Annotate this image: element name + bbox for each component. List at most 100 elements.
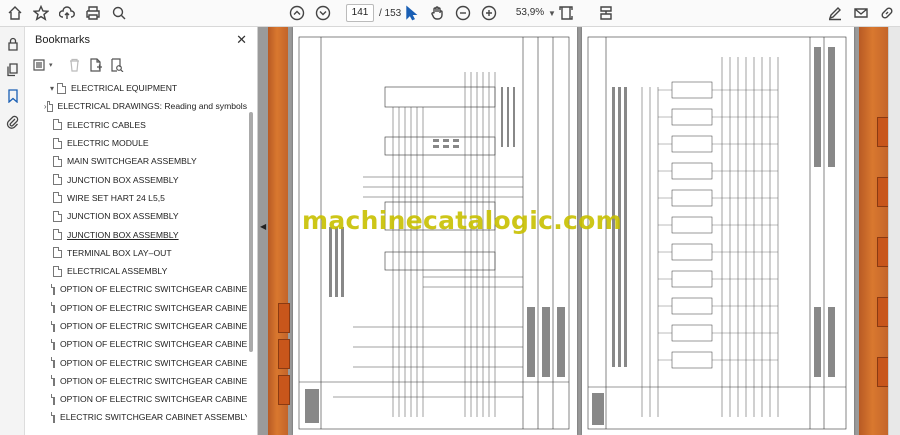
zoom-level-select[interactable]: 53,9% [510,4,550,22]
pages-icon[interactable] [0,57,25,83]
top-toolbar: 141 / 153 53,9% ▼ [0,0,900,27]
watermark-text: machinecatalogic.com [302,206,622,235]
home-icon[interactable] [2,1,28,25]
scroll-mode-icon[interactable] [593,1,619,25]
bookmark-item[interactable]: OPTION OF ELECTRIC SWITCHGEAR CABINET [25,372,247,390]
bookmark-label: OPTION OF ELECTRIC SWITCHGEAR CABINET [60,321,247,331]
bookmark-label: ELECTRIC SWITCHGEAR CABINET ASSEMBLY [60,412,247,423]
page-icon [51,338,55,350]
page-icon [53,174,62,186]
page-tab-marker [278,375,290,405]
page-icon [51,320,55,332]
delete-bookmark-icon[interactable] [67,58,82,72]
page-icon [57,82,66,94]
bookmark-label: ELECTRICAL EQUIPMENT [71,83,178,94]
select-cursor-icon[interactable] [398,1,424,25]
zoom-in-icon[interactable] [476,1,502,25]
zoom-search-icon[interactable] [106,1,132,25]
wiring-diagram-right [587,36,847,430]
pdf-viewer-window: 141 / 153 53,9% ▼ Bookmarks ✕ ▾ ▾ ELECTR… [0,0,900,435]
bookmark-label: ELECTRIC MODULE [67,138,149,149]
bookmark-item[interactable]: ELECTRIC SWITCHGEAR CABINET ASSEMBLY [25,408,247,426]
bookmark-item[interactable]: TERMINAL BOX LAY–OUT [25,244,247,262]
bookmark-label: OPTION OF ELECTRIC SWITCHGEAR CABINET [60,284,247,295]
page-icon [51,393,55,405]
bookmark-item[interactable]: WIRE SET HART 24 L5,5 [25,189,247,207]
bookmark-item[interactable]: MAIN SWITCHGEAR ASSEMBLY [25,152,247,170]
page-icon [53,210,62,222]
edit-sign-icon[interactable] [822,1,848,25]
page-icon [53,137,62,149]
bookmarks-toolbar: ▾ [25,52,257,77]
left-navigation-rail [0,27,25,435]
bookmark-label: JUNCTION BOX ASSEMBLY [67,229,179,240]
fit-page-icon[interactable] [553,1,579,25]
bookmark-label: JUNCTION BOX ASSEMBLY [67,174,179,185]
page-icon [53,247,62,259]
page-icon [53,229,62,241]
bookmark-item[interactable]: OPTION OF ELECTRIC SWITCHGEAR CABINET [25,353,247,371]
document-scrollbar[interactable] [888,27,900,435]
bookmark-item[interactable]: OPTION OF ELECTRIC SWITCHGEAR CABINET [25,299,247,317]
email-icon[interactable] [848,1,874,25]
bookmarks-scrollbar[interactable] [248,82,254,428]
lock-icon[interactable] [0,31,25,57]
pdf-page-right[interactable] [582,27,854,435]
new-bookmark-icon[interactable] [88,57,103,72]
bookmarks-panel-header: Bookmarks ✕ [25,27,257,52]
page-up-icon[interactable] [284,1,310,25]
find-bookmark-icon[interactable] [109,57,124,72]
bookmark-label: JUNCTION BOX ASSEMBLY [67,211,179,222]
page-tab-marker [278,303,290,333]
bookmark-item[interactable]: ELECTRIC MODULE [25,134,247,152]
page-icon [51,357,55,369]
page-icon [51,302,55,314]
bookmark-star-icon[interactable] [28,1,54,25]
bookmark-item[interactable]: ELECTRICAL ASSEMBLY [25,262,247,280]
page-number-input[interactable]: 141 [346,4,374,22]
bookmark-item[interactable]: › ELECTRICAL DRAWINGS: Reading and symbo… [25,97,247,115]
print-icon[interactable] [80,1,106,25]
bookmark-item[interactable]: OPTION OF ELECTRIC SWITCHGEAR CABINET [25,280,247,298]
bookmark-label: WIRE SET HART 24 L5,5 [67,192,165,203]
bookmark-label: ELECTRICAL ASSEMBLY [67,266,168,277]
bookmark-item[interactable]: JUNCTION BOX ASSEMBLY [25,207,247,225]
scrollbar-thumb[interactable] [249,112,253,352]
bookmark-label: OPTION OF ELECTRIC SWITCHGEAR CABINET [60,302,247,313]
attachment-icon[interactable] [0,109,25,135]
page-icon [53,192,62,204]
page-down-icon[interactable] [310,1,336,25]
zoom-out-icon[interactable] [450,1,476,25]
close-icon[interactable]: ✕ [236,32,247,48]
bookmarks-panel: Bookmarks ✕ ▾ ▾ ELECTRICAL EQUIPMENT › E… [25,27,258,435]
page-icon [53,155,62,167]
bookmark-item[interactable]: JUNCTION BOX ASSEMBLY [25,225,247,243]
options-menu-icon[interactable]: ▾ [33,58,53,72]
page-icon [51,283,55,295]
bookmark-item[interactable]: ELECTRIC CABLES [25,116,247,134]
collapse-panel-arrow-icon[interactable]: ◀ [260,222,266,231]
bookmark-item[interactable]: OPTION OF ELECTRIC SWITCHGEAR CABINET [25,335,247,353]
page-tab-marker [278,339,290,369]
bookmark-tree: ▾ ELECTRICAL EQUIPMENT › ELECTRICAL DRAW… [25,79,247,435]
previous-page-edge [268,27,290,435]
bookmark-label: ELECTRIC CABLES [67,119,146,130]
bookmark-item[interactable]: OPTION OF ELECTRIC SWITCHGEAR CABINET [25,390,247,408]
hand-icon[interactable] [424,1,450,25]
page-icon [53,119,62,131]
bookmark-label: OPTION OF ELECTRIC SWITCHGEAR CABINET [60,375,247,386]
page-icon [51,375,55,387]
bookmark-label: OPTION OF ELECTRIC SWITCHGEAR CABINET [60,357,247,368]
bookmark-label: MAIN SWITCHGEAR ASSEMBLY [67,156,197,167]
share-link-icon[interactable] [874,1,900,25]
chevron-down-icon[interactable]: ▾ [47,84,57,93]
bookmark-icon[interactable] [0,83,25,109]
bookmark-label: OPTION OF ELECTRIC SWITCHGEAR CABINET [60,394,247,405]
bookmarks-panel-title: Bookmarks [35,33,91,46]
cloud-upload-icon[interactable] [54,1,80,25]
bookmark-label: OPTION OF ELECTRIC SWITCHGEAR CABINET [60,339,247,350]
bookmark-item[interactable]: OPTION OF ELECTRIC SWITCHGEAR CABINET [25,317,247,335]
bookmark-label: TERMINAL BOX LAY–OUT [67,247,172,258]
bookmark-item[interactable]: ▾ ELECTRICAL EQUIPMENT [25,79,247,97]
bookmark-item[interactable]: JUNCTION BOX ASSEMBLY [25,170,247,188]
